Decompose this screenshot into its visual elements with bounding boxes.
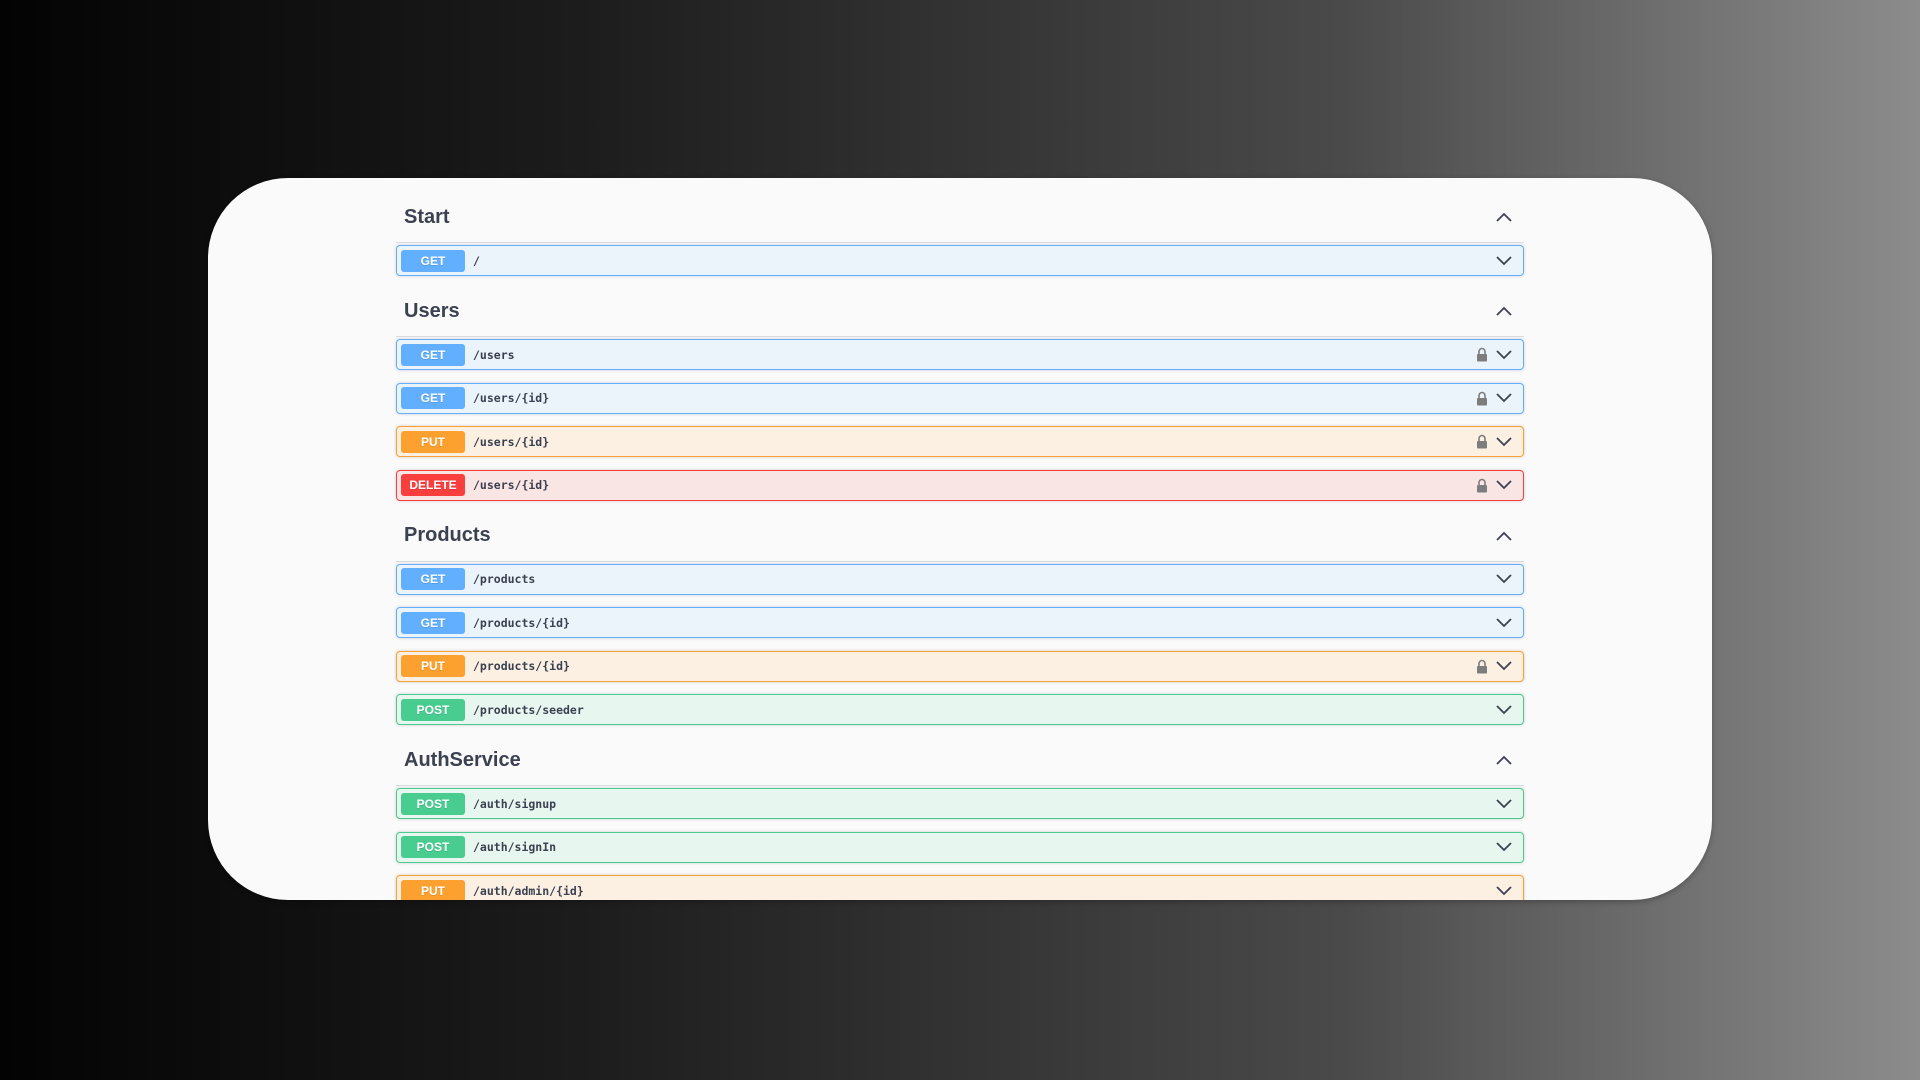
operation-row[interactable]: GET/products <box>396 563 1524 595</box>
section-header[interactable]: AuthService <box>396 735 1524 786</box>
chevron-down-icon[interactable] <box>1493 474 1515 496</box>
method-badge: GET <box>401 387 465 409</box>
operation-row[interactable]: PUT/users/{id} <box>396 426 1524 457</box>
endpoint-path: /users <box>473 347 515 362</box>
operation-list: GET/products GET/products/{id} PUT/product… <box>396 563 1524 736</box>
method-badge: PUT <box>401 430 465 453</box>
operation-row[interactable]: PUT/products/{id} <box>396 650 1524 682</box>
method-badge: POST <box>401 792 465 815</box>
section-header[interactable]: Users <box>396 286 1524 337</box>
chevron-down-icon[interactable] <box>1493 793 1515 815</box>
lock-icon[interactable] <box>1473 432 1491 452</box>
endpoint-path: /auth/signIn <box>473 840 557 854</box>
section-users: Users GET/users GET/users/{id} PUT/users/{i… <box>396 286 1524 511</box>
operation-row[interactable]: POST/auth/signIn <box>396 831 1524 863</box>
chevron-down-icon[interactable] <box>1493 612 1515 634</box>
operation-row[interactable]: PUT/auth/admin/{id} <box>396 875 1524 900</box>
endpoint-path: /products <box>473 572 536 586</box>
operation-row[interactable]: POST/auth/signup <box>396 788 1524 819</box>
chevron-down-icon[interactable] <box>1493 387 1515 409</box>
section-title: Start <box>404 205 450 228</box>
endpoint-path: /products/seeder <box>473 702 584 717</box>
section-start: Start GET / <box>396 192 1524 286</box>
chevron-down-icon[interactable] <box>1493 568 1515 590</box>
endpoint-path: /products/{id} <box>473 659 570 673</box>
endpoint-path: /auth/admin/{id} <box>473 883 584 898</box>
operation-list: POST/auth/signup POST/auth/signIn PUT/auth… <box>396 788 1524 900</box>
section-title: AuthService <box>404 748 521 771</box>
endpoint-path: /users/{id} <box>473 391 550 405</box>
chevron-up-icon[interactable] <box>1484 197 1524 237</box>
method-badge: POST <box>401 836 465 858</box>
chevron-down-icon[interactable] <box>1493 250 1515 272</box>
method-badge: PUT <box>401 655 465 677</box>
api-sections: Start GET / Users GET/users GET/users/{id} PUT… <box>396 192 1524 900</box>
operation-row[interactable]: DELETE/users/{id} <box>396 469 1524 501</box>
endpoint-path: /users/{id} <box>473 478 550 492</box>
chevron-down-icon[interactable] <box>1493 699 1515 721</box>
method-badge: GET <box>401 568 465 590</box>
section-authservice: AuthService POST/auth/signup POST/auth/sig… <box>396 735 1524 900</box>
endpoint-path: /products/{id} <box>473 615 570 630</box>
lock-icon[interactable] <box>1473 388 1491 408</box>
api-docs-panel: Start GET / Users GET/users GET/users/{id} PUT… <box>208 178 1712 900</box>
lock-icon[interactable] <box>1473 345 1491 365</box>
method-badge: POST <box>401 698 465 721</box>
method-badge: GET <box>401 249 465 272</box>
chevron-down-icon[interactable] <box>1493 880 1515 901</box>
chevron-down-icon[interactable] <box>1493 431 1515 453</box>
endpoint-path: /auth/signup <box>473 796 557 811</box>
lock-icon[interactable] <box>1473 656 1491 676</box>
method-badge: GET <box>401 611 465 634</box>
method-badge: PUT <box>401 879 465 900</box>
chevron-down-icon[interactable] <box>1493 836 1515 858</box>
section-title: Products <box>404 524 491 546</box>
operation-row[interactable]: GET/users <box>396 339 1524 370</box>
chevron-up-icon[interactable] <box>1484 291 1524 331</box>
operation-row[interactable]: GET/products/{id} <box>396 607 1524 638</box>
operation-list: GET / <box>396 245 1524 286</box>
chevron-down-icon[interactable] <box>1493 655 1515 677</box>
chevron-down-icon[interactable] <box>1493 344 1515 366</box>
method-badge: GET <box>401 343 465 366</box>
endpoint-path: / <box>473 253 480 268</box>
operation-list: GET/users GET/users/{id} PUT/users/{id} DEL… <box>396 339 1524 511</box>
endpoint-path: /users/{id} <box>473 434 550 449</box>
operation-row[interactable]: GET/users/{id} <box>396 382 1524 414</box>
section-header[interactable]: Products <box>396 511 1524 562</box>
chevron-up-icon[interactable] <box>1484 516 1524 556</box>
section-title: Users <box>404 299 460 322</box>
section-products: Products GET/products GET/products/{id} PUT… <box>396 511 1524 736</box>
chevron-up-icon[interactable] <box>1484 740 1524 780</box>
method-badge: DELETE <box>401 474 465 496</box>
section-header[interactable]: Start <box>396 192 1524 243</box>
lock-icon[interactable] <box>1473 475 1491 495</box>
operation-row[interactable]: POST/products/seeder <box>396 694 1524 725</box>
operation-row[interactable]: GET / <box>396 245 1524 276</box>
